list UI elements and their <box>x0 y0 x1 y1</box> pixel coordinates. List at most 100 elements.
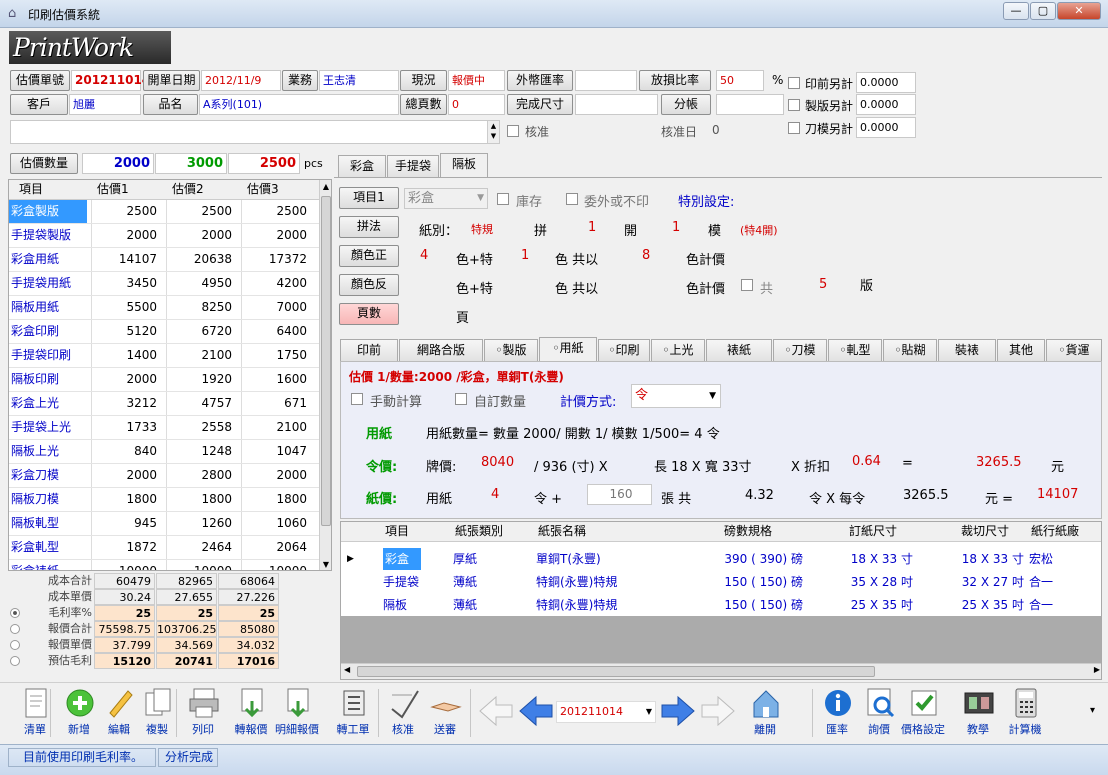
table-row[interactable]: 彩盒用紙 14107 20638 17372 <box>9 248 319 272</box>
finished-size-field[interactable] <box>575 94 658 115</box>
product-field[interactable]: A系列(101) <box>199 94 399 115</box>
tab-color-box[interactable]: 彩盒 <box>338 155 386 177</box>
process-tab[interactable]: 網路合版 <box>399 339 483 361</box>
pages-field[interactable]: 0 <box>448 94 505 115</box>
record-number-field[interactable]: 201211014 ▼ <box>556 701 656 723</box>
table-row[interactable]: 隔板軋型 945 1260 1060 <box>9 512 319 536</box>
quote-no-field[interactable]: 201211014 <box>71 70 150 91</box>
method-select[interactable]: 令 ▼ <box>631 384 721 408</box>
toolbar-button[interactable]: 轉工單 <box>330 687 376 737</box>
fx-rate-button[interactable]: 外幣匯率 <box>507 70 573 91</box>
plate-extra-checkbox[interactable] <box>788 99 800 111</box>
extra-sheets-field[interactable]: 160 <box>587 484 652 505</box>
table-row[interactable]: 隔板上光 840 1248 1047 <box>9 440 319 464</box>
tab-divider[interactable]: 隔板 <box>440 153 488 177</box>
table-row[interactable]: 彩盒刀模 2000 2800 2000 <box>9 464 319 488</box>
split-field[interactable] <box>716 94 784 115</box>
toolbar-button[interactable]: 列印 <box>180 687 226 737</box>
table-row[interactable]: 隔板刀模 1800 1800 1800 <box>9 488 319 512</box>
nav-prev-arrow-icon[interactable] <box>518 695 554 727</box>
table-row[interactable]: 彩盒製版 2500 2500 2500 <box>9 200 319 224</box>
toolbar-button[interactable]: 教學 <box>955 687 1001 737</box>
table-row[interactable]: 彩盒上光 3212 4757 671 <box>9 392 319 416</box>
paper-table-hscroll[interactable]: ◀ ▶ <box>341 663 1101 679</box>
table-row[interactable]: 手提袋印刷 1400 2100 1750 <box>9 344 319 368</box>
close-button[interactable]: ✕ <box>1057 2 1101 20</box>
toolbar-button[interactable]: 離開 <box>742 687 788 737</box>
toolbar-button[interactable]: 計算機 <box>1002 687 1048 737</box>
process-tab[interactable]: ◦貨運 <box>1046 339 1102 361</box>
process-tab[interactable]: ◦製版 <box>484 339 538 361</box>
approve-checkbox[interactable] <box>507 125 519 137</box>
color-back-button[interactable]: 顏色反 <box>339 274 399 296</box>
open-date-field[interactable]: 2012/11/9 <box>201 70 281 91</box>
toolbar-button[interactable]: 明細報價 <box>274 687 320 737</box>
split-button[interactable]: 分帳 <box>661 94 711 115</box>
memo-scroll[interactable]: ▲ ▼ <box>487 121 499 143</box>
toolbar-button[interactable]: 送審 <box>422 687 468 737</box>
quantity-3-field[interactable]: 2500 <box>228 153 300 174</box>
nav-forward-arrow-icon[interactable] <box>700 695 736 727</box>
nav-next-arrow-icon[interactable] <box>660 695 696 727</box>
table-row[interactable]: 彩盒軋型 1872 2464 2064 <box>9 536 319 560</box>
outsource-checkbox[interactable] <box>566 193 578 205</box>
toolbar-button[interactable]: 轉報價 <box>228 687 274 737</box>
table-row[interactable]: 手提袋用紙 3450 4950 4200 <box>9 272 319 296</box>
toolbar-button[interactable]: 匯率 <box>814 687 860 737</box>
die-extra-checkbox[interactable] <box>788 122 800 134</box>
summary-radio[interactable] <box>10 656 20 666</box>
process-tab[interactable]: 裱紙 <box>706 339 772 361</box>
summary-radio[interactable] <box>10 640 20 650</box>
toolbar-button[interactable]: 清單 <box>12 687 58 737</box>
minimize-button[interactable]: — <box>1003 2 1029 20</box>
plate-extra-field[interactable]: 0.0000 <box>856 94 916 115</box>
toolbar-button[interactable]: 複製 <box>134 687 180 737</box>
process-tab[interactable]: ◦軋型 <box>828 339 882 361</box>
tab-handbag[interactable]: 手提袋 <box>387 155 439 177</box>
table-row[interactable]: 手提袋製版 2000 2000 2000 <box>9 224 319 248</box>
table-row[interactable]: 彩盒印刷 5120 6720 6400 <box>9 320 319 344</box>
enlarge-ratio-field[interactable]: 50 <box>716 70 764 91</box>
process-tab[interactable]: ◦貼糊 <box>883 339 937 361</box>
die-extra-field[interactable]: 0.0000 <box>856 117 916 138</box>
table-row[interactable]: 手提袋上光 1733 2558 2100 <box>9 416 319 440</box>
toolbar-button[interactable]: 價格設定 <box>900 687 946 737</box>
table-row[interactable]: 隔板用紙 5500 8250 7000 <box>9 296 319 320</box>
toolbar-button[interactable]: 核准 <box>380 687 426 737</box>
layout-button[interactable]: 拼法 <box>339 216 399 238</box>
maximize-button[interactable]: ▢ <box>1030 2 1056 20</box>
table-row[interactable]: 彩盒裱紙 10000 10000 10000 <box>9 560 319 570</box>
customer-field[interactable]: 旭麗 <box>69 94 141 115</box>
table-row[interactable]: 隔板印刷 2000 1920 1600 <box>9 368 319 392</box>
process-tab[interactable]: ◦印刷 <box>598 339 650 361</box>
custom-qty-checkbox[interactable] <box>455 393 467 405</box>
chevron-down-icon[interactable]: ▾ <box>1090 705 1095 716</box>
table-row[interactable]: 隔板 薄紙 特銅(永豐)特規 150 ( 150) 磅 25 X 35 吋 25 X 35… <box>341 594 1101 617</box>
pre-extra-checkbox[interactable] <box>788 77 800 89</box>
item-select[interactable]: 彩盒 ▼ <box>404 188 488 209</box>
table-row[interactable]: ▶ 彩盒 厚紙 單銅T(永豐) 390 ( 390) 磅 18 X 33 寸 18 X 33… <box>341 548 1101 571</box>
nav-back-arrow-icon[interactable] <box>478 695 514 727</box>
summary-radio[interactable] <box>10 624 20 634</box>
stock-checkbox[interactable] <box>497 193 509 205</box>
manual-calc-checkbox[interactable] <box>351 393 363 405</box>
memo-field[interactable] <box>10 120 500 144</box>
color-front-button[interactable]: 顏色正 <box>339 245 399 267</box>
process-tab[interactable]: ◦刀模 <box>773 339 827 361</box>
sales-field[interactable]: 王志清 <box>319 70 399 91</box>
summary-radio[interactable] <box>10 608 20 618</box>
finished-size-button[interactable]: 完成尺寸 <box>507 94 573 115</box>
item-button[interactable]: 項目1 <box>339 187 399 209</box>
quantity-1-field[interactable]: 2000 <box>82 153 154 174</box>
process-tab[interactable]: 印前 <box>340 339 398 361</box>
fx-rate-field[interactable] <box>575 70 637 91</box>
process-tab[interactable]: 其他 <box>997 339 1045 361</box>
pages-button[interactable]: 頁數 <box>339 303 399 325</box>
cost-grid-scrollbar[interactable]: ▲ ▼ <box>319 180 331 570</box>
toolbar-button[interactable]: 詢價 <box>856 687 902 737</box>
process-tab[interactable]: ◦上光 <box>651 339 705 361</box>
process-tab[interactable]: ◦用紙 <box>539 337 597 361</box>
table-row[interactable]: 手提袋 薄紙 特銅(永豐)特規 150 ( 150) 磅 35 X 28 吋 32 X 2… <box>341 571 1101 594</box>
quantity-2-field[interactable]: 3000 <box>155 153 227 174</box>
pre-extra-field[interactable]: 0.0000 <box>856 72 916 93</box>
